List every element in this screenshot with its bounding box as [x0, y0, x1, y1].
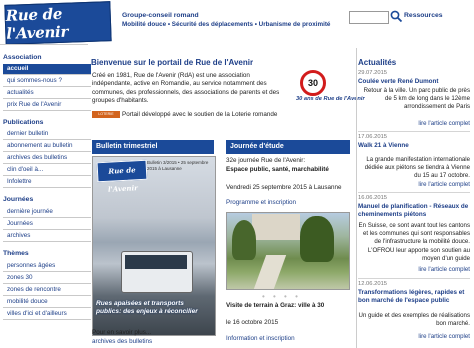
- speed-limit-sign-icon: 30: [300, 70, 326, 96]
- site-logo-text: Rue de l'Avenir: [5, 4, 69, 43]
- news-read-more-link[interactable]: lire l'article complet: [418, 266, 470, 273]
- news-summary: Un guide et des exemples de réalisations…: [358, 312, 470, 328]
- nav-item-personnes-agees[interactable]: personnes âgées: [3, 261, 91, 272]
- divider: [358, 192, 470, 193]
- site-logo[interactable]: Rue de l'Avenir: [4, 1, 112, 45]
- nav-item-derniere-journee[interactable]: dernière journée: [3, 207, 91, 218]
- journee-theme: Espace public, santé, marchabilité: [226, 166, 329, 173]
- news-title[interactable]: Walk 21 à Vienne: [358, 142, 470, 150]
- sign-value: 30: [307, 78, 318, 88]
- nav-item-actualites[interactable]: actualités: [3, 88, 91, 99]
- bus-window: [125, 255, 187, 269]
- photo-building: [252, 214, 300, 240]
- news-section-title: Actualités: [358, 58, 397, 67]
- photo-tree: [300, 216, 334, 262]
- journee-header: Journée d'étude: [226, 140, 350, 154]
- news-summary: En Suisse, ce sont avant tout les canton…: [358, 222, 470, 262]
- nav-section-themes[interactable]: Thèmes: [3, 250, 29, 257]
- nav-item-prix[interactable]: prix Rue de l'Avenir: [3, 100, 91, 111]
- tagline-title: Groupe-conseil romand: [122, 12, 199, 19]
- divider: [356, 48, 357, 348]
- nav-item-archives-journees[interactable]: archives: [3, 231, 91, 242]
- search-input[interactable]: [349, 11, 389, 24]
- nav-item-zones-30[interactable]: zones 30: [3, 273, 91, 284]
- nav-item-clin-doeil[interactable]: clin d'oeil à...: [3, 165, 91, 176]
- nav-item-abonnement[interactable]: abonnement au bulletin: [3, 141, 91, 152]
- photo-tree: [232, 220, 256, 260]
- nav-item-mobilite-douce[interactable]: mobilité douce: [3, 297, 91, 308]
- nav-section-association[interactable]: Association: [3, 54, 42, 61]
- divider: [358, 131, 470, 132]
- news-summary: La grande manifestation internationale d…: [364, 156, 470, 180]
- nav-item-archives-bulletins[interactable]: archives des bulletins: [3, 153, 91, 164]
- news-date: 16.06.2015: [358, 195, 388, 201]
- sponsor-text: Portail développé avec le soutien de la …: [122, 111, 278, 118]
- journee-caption-date: le 16 octobre 2015: [226, 319, 279, 326]
- journee-info-link[interactable]: Information et inscription: [226, 335, 295, 342]
- divider: [358, 278, 470, 279]
- resources-link[interactable]: Ressources: [404, 12, 443, 19]
- bulletin-header: Bulletin trimestriel: [92, 140, 214, 154]
- tagline-subtitle: Mobilité douce • Sécurité des déplacemen…: [122, 21, 331, 28]
- news-date: 12.06.2015: [358, 281, 388, 287]
- nav-section-journees[interactable]: Journées: [3, 196, 33, 203]
- divider: [0, 44, 88, 45]
- news-title[interactable]: Coulée verte René Dumont: [358, 78, 470, 86]
- nav-item-qui-sommes-nous[interactable]: qui sommes-nous ?: [3, 76, 91, 87]
- anniversary-caption: 30 ans de Rue de l'Avenir: [296, 96, 365, 102]
- news-summary: Retour à la ville. Un parc public de prè…: [363, 87, 470, 111]
- cover-logo: Rue de l'Avenir: [96, 159, 148, 194]
- nav-item-villes[interactable]: villes d'ici et d'ailleurs: [3, 309, 91, 320]
- loterie-logo[interactable]: LOTERIE ROMANDE: [92, 111, 120, 123]
- carousel-dots[interactable]: • • • •: [262, 292, 301, 301]
- nav-section-publications[interactable]: Publications: [3, 119, 43, 126]
- nav-item-dernier-bulletin[interactable]: dernier bulletin: [3, 129, 91, 140]
- news-read-more-link[interactable]: lire l'article complet: [418, 181, 470, 188]
- nav-item-accueil[interactable]: accueil: [3, 64, 91, 75]
- nav-item-journees[interactable]: Journées: [3, 219, 91, 230]
- news-title[interactable]: Manuel de planification - Réseaux de che…: [358, 203, 470, 219]
- nav-item-infolettre[interactable]: Infolettre: [3, 177, 91, 188]
- page-title: Bienvenue sur le portail de Rue de l'Ave…: [91, 58, 254, 67]
- news-title[interactable]: Transformations légères, rapides et bon …: [358, 289, 470, 305]
- magnifier-icon[interactable]: [390, 10, 403, 23]
- cover-headline: Rues apaisées et transports publics: des…: [96, 300, 198, 315]
- cover-issue-text: Bulletin 3/2015 • 25 septembre 2015 à La…: [147, 160, 209, 171]
- news-date: 17.06.2015: [358, 134, 388, 140]
- nav-item-zones-rencontre[interactable]: zones de rencontre: [3, 285, 91, 296]
- journee-program-link[interactable]: Programme et inscription: [226, 199, 296, 206]
- journee-subtitle: 32e journée Rue de l'Avenir:: [226, 157, 306, 164]
- news-read-more-link[interactable]: lire l'article complet: [418, 333, 470, 340]
- news-read-more-link[interactable]: lire l'article complet: [418, 120, 470, 127]
- bulletin-archives-link[interactable]: archives des bulletins: [92, 338, 152, 345]
- welcome-paragraph: Créé en 1981, Rue de l'Avenir (RdA) est …: [92, 72, 280, 105]
- journee-date: Vendredi 25 septembre 2015 à Lausanne: [226, 184, 342, 191]
- journee-caption: Visite de terrain à Graz: ville à 30: [226, 302, 325, 309]
- bulletin-more-text: Pour en savoir plus...: [92, 329, 152, 336]
- news-date: 29.07.2015: [358, 70, 388, 76]
